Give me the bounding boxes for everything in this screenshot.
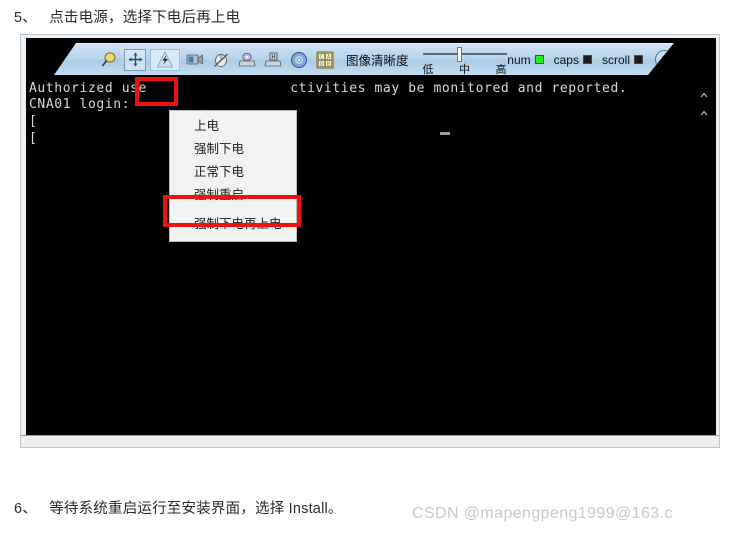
slider-thumb[interactable] <box>457 47 462 62</box>
step-6-text: 等待系统重启运行至安装界面，选择 Install。 <box>49 501 343 517</box>
svg-text:D: D <box>320 61 323 67</box>
power-icon[interactable] <box>150 49 180 71</box>
menu-item-force-restart[interactable]: 强制重启 <box>170 184 296 207</box>
image-clarity-slider[interactable]: 低 中 高 <box>423 45 484 75</box>
indicator-scroll-label: scroll <box>601 52 630 67</box>
svg-text:H: H <box>271 53 275 61</box>
svg-text:C: C <box>320 54 323 60</box>
slider-label-high: 高 <box>495 63 507 76</box>
floppy-drive-icon[interactable]: H <box>262 49 284 71</box>
slider-tick-labels: 低 中 高 <box>423 61 507 77</box>
kvm-toolbar[interactable]: H C A D B 图像清晰度 低 中 高 num caps scroll ? <box>54 43 674 75</box>
slider-label-low: 低 <box>422 63 434 76</box>
mouse-disabled-icon[interactable] <box>210 49 232 71</box>
indicator-caps: caps <box>554 53 592 67</box>
menu-item-force-power-cycle[interactable]: 强制下电再上电 <box>170 211 296 238</box>
step-5-caption: 5、 点击电源，选择下电后再上电 <box>14 6 240 27</box>
terminal-line-2: CNA01 login: <box>29 97 131 112</box>
slider-label-mid: 中 <box>459 63 471 76</box>
kvm-frame-bottom-strip <box>21 435 719 447</box>
step-5-number: 5、 <box>14 10 37 26</box>
step-6-caption: 6、 等待系统重启运行至安装界面，选择 Install。 <box>14 497 343 518</box>
keyboard-indicators: num caps scroll ? <box>507 50 674 69</box>
indicator-num-led <box>535 55 544 64</box>
step-5-text: 点击电源，选择下电后再上电 <box>49 10 241 26</box>
terminal-caret-1: ^ <box>700 92 708 107</box>
svg-text:A: A <box>327 54 330 60</box>
terminal-cursor <box>440 132 450 135</box>
terminal-line-4: [ <box>29 131 38 146</box>
video-icon[interactable] <box>184 49 206 71</box>
cd-drive-icon[interactable] <box>236 49 258 71</box>
step-6-number: 6、 <box>14 501 37 517</box>
disc-icon[interactable] <box>288 49 310 71</box>
image-clarity-label: 图像清晰度 <box>346 54 409 68</box>
terminal-line-1: Authorized use ctivities may be monitore… <box>29 81 628 96</box>
terminal-line-3: [ <box>29 114 38 129</box>
indicator-num: num <box>507 53 543 67</box>
resize-icon[interactable] <box>124 49 146 71</box>
menu-item-force-power-off[interactable]: 强制下电 <box>170 138 296 161</box>
indicator-caps-led <box>583 55 592 64</box>
kvm-console[interactable]: H C A D B 图像清晰度 低 中 高 num caps scroll ? … <box>26 38 716 438</box>
kvm-screenshot-frame: H C A D B 图像清晰度 低 中 高 num caps scroll ? … <box>20 34 720 448</box>
indicator-scroll: scroll <box>602 53 643 67</box>
keyboard-layout-icon[interactable]: C A D B <box>314 49 336 71</box>
menu-item-power-on[interactable]: 上电 <box>170 115 296 138</box>
menu-item-normal-power-off[interactable]: 正常下电 <box>170 161 296 184</box>
magnifier-icon[interactable] <box>98 49 120 71</box>
help-icon[interactable]: ? <box>655 50 674 69</box>
slider-track[interactable] <box>423 53 507 55</box>
csdn-watermark: CSDN @mapengpeng1999@163.c <box>412 505 673 522</box>
terminal-caret-2: ^ <box>700 110 708 125</box>
svg-text:B: B <box>327 61 330 67</box>
indicator-scroll-led <box>634 55 643 64</box>
indicator-num-label: num <box>507 52 531 67</box>
toolbar-icon-group: H C A D B <box>98 49 336 71</box>
indicator-caps-label: caps <box>553 52 579 67</box>
power-dropdown-menu[interactable]: 上电 强制下电 正常下电 强制重启 强制下电再上电 <box>169 110 297 242</box>
